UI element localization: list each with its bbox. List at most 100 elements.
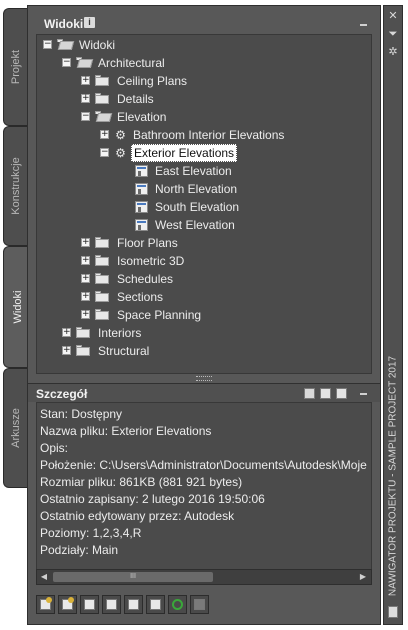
properties-icon[interactable] (146, 595, 165, 614)
add-icon[interactable] (80, 595, 99, 614)
close-icon[interactable]: ✕ (384, 10, 402, 22)
tab-arkusze[interactable]: Arkusze (3, 368, 27, 488)
views-pane-header: Widoki i (28, 6, 380, 31)
palette-menu-icon[interactable] (388, 606, 398, 618)
scroll-right-icon[interactable]: ▶ (357, 571, 369, 583)
pane-splitter[interactable] (196, 376, 212, 381)
view-icon (135, 219, 148, 231)
settings-icon[interactable]: ✲ (384, 46, 402, 58)
folder-icon (95, 273, 109, 284)
folder-icon (95, 255, 109, 266)
folder-open-icon (57, 39, 75, 50)
expand-toggle[interactable]: + (81, 238, 90, 247)
expand-toggle[interactable]: + (62, 346, 71, 355)
link-icon[interactable] (124, 595, 143, 614)
tree-item-label: Details (117, 92, 154, 106)
folder-icon (76, 327, 90, 338)
detail-status: Stan: Dostępny (40, 407, 123, 421)
folder-open-icon (95, 111, 113, 122)
detail-location: Położenie: C:\Users\Administrator\Docume… (40, 458, 367, 472)
palette-title-strip[interactable]: ✕ ⏷ ✲ NAWIGATOR PROJEKTU - SAMPLE PROJEC… (383, 5, 403, 625)
info-icon[interactable]: i (84, 17, 95, 28)
folder-icon (95, 291, 109, 302)
tab-label: Projekt (9, 49, 22, 85)
tree-item-label: Bathroom Interior Elevations (133, 128, 285, 142)
tree-item-label: Floor Plans (117, 236, 178, 250)
detail-file-size: Rozmiar pliku: 861KB (881 921 bytes) (40, 475, 243, 489)
view-icon (135, 201, 148, 213)
detail-divisions: Podziały: Main (40, 543, 119, 557)
pane-title: Widoki (44, 17, 84, 31)
tab-projekt[interactable]: Projekt (3, 8, 27, 126)
tree-item-label: Interiors (98, 326, 142, 340)
tree-item-label: South Elevation (155, 200, 240, 214)
navigator-palette: Widoki i − Widoki − Architectural + Ceil… (27, 5, 381, 625)
expand-toggle[interactable]: + (81, 310, 90, 319)
views-tree[interactable]: − Widoki − Architectural + Ceiling Plans… (36, 34, 372, 374)
palette-title: NAWIGATOR PROJEKTU - SAMPLE PROJECT 2017 (387, 355, 399, 597)
folder-icon (95, 75, 109, 86)
detail-filename: Nazwa pliku: Exterior Elevations (40, 424, 212, 438)
scroll-thumb[interactable]: III (53, 572, 213, 582)
collapse-toggle[interactable]: − (62, 58, 71, 67)
tab-label: Arkusze (9, 408, 22, 448)
detail-pane-title: Szczegół (36, 387, 88, 401)
detail-levels: Poziomy: 1,2,3,4,R (40, 526, 142, 540)
expand-toggle[interactable]: + (62, 328, 71, 337)
detail-panel: Stan: Dostępny Nazwa pliku: Exterior Ele… (36, 402, 372, 570)
tree-item-label: Isometric 3D (117, 254, 185, 268)
gear-icon: ⚙ (115, 128, 126, 142)
pin-icon[interactable]: ⏷ (384, 28, 402, 40)
tree-item-label: Sections (117, 290, 164, 304)
folder-icon (95, 237, 109, 248)
preview-icon[interactable] (304, 388, 315, 399)
expand-toggle[interactable]: + (81, 292, 90, 301)
layout-icon[interactable] (336, 388, 347, 399)
folder-icon (76, 345, 90, 356)
tree-item-label: West Elevation (155, 218, 235, 232)
collapse-toggle[interactable]: − (81, 112, 90, 121)
detail-view-icon[interactable] (320, 388, 331, 399)
tab-label: Widoki (11, 290, 24, 324)
tree-item-label: Space Planning (117, 308, 202, 322)
tree-item-label-selected: Exterior Elevations (131, 144, 238, 162)
copy-icon[interactable] (102, 595, 121, 614)
tree-item-label: Structural (98, 344, 150, 358)
detail-last-saved: Ostatnio zapisany: 2 lutego 2016 19:50:0… (40, 492, 265, 506)
tab-label: Konstrukcje (9, 157, 22, 215)
new-view-icon[interactable] (36, 595, 55, 614)
folder-open-icon (76, 57, 94, 68)
expand-toggle[interactable]: + (100, 130, 109, 139)
gear-icon: ⚙ (115, 146, 126, 160)
horizontal-scrollbar[interactable]: ◀ III ▶ (36, 569, 372, 585)
tree-item-label: Widoki (79, 38, 116, 52)
detail-last-edited-by: Ostatnio edytowany przez: Autodesk (40, 509, 235, 523)
folder-icon (95, 93, 109, 104)
tree-item-label: Elevation (117, 110, 167, 124)
collapse-pane-icon[interactable] (360, 24, 367, 26)
refresh-icon[interactable] (168, 595, 187, 614)
close-view-icon (190, 595, 209, 614)
expand-toggle[interactable]: + (81, 274, 90, 283)
expand-toggle[interactable]: + (81, 94, 90, 103)
project-navigator-window: Projekt Konstrukcje Widoki Arkusze Widok… (0, 0, 408, 630)
view-icon (135, 183, 148, 195)
side-tabs: Projekt Konstrukcje Widoki Arkusze (3, 8, 31, 488)
expand-toggle[interactable]: + (81, 76, 90, 85)
tree-item-label: North Elevation (155, 182, 238, 196)
collapse-pane-icon[interactable] (360, 393, 367, 395)
collapse-toggle[interactable]: − (100, 148, 109, 157)
new-folder-icon[interactable] (58, 595, 77, 614)
tree-item-label: Architectural (98, 56, 165, 70)
folder-icon (95, 309, 109, 320)
expand-toggle[interactable]: + (81, 256, 90, 265)
tab-konstrukcje[interactable]: Konstrukcje (3, 126, 27, 246)
scroll-left-icon[interactable]: ◀ (38, 571, 50, 583)
tree-item-label: Schedules (117, 272, 174, 286)
detail-pane-header: Szczegół (28, 383, 380, 402)
collapse-toggle[interactable]: − (43, 40, 52, 49)
bottom-toolbar (36, 593, 236, 617)
view-icon (135, 165, 148, 177)
tree-item-label: Ceiling Plans (117, 74, 188, 88)
detail-description: Opis: (40, 441, 69, 455)
